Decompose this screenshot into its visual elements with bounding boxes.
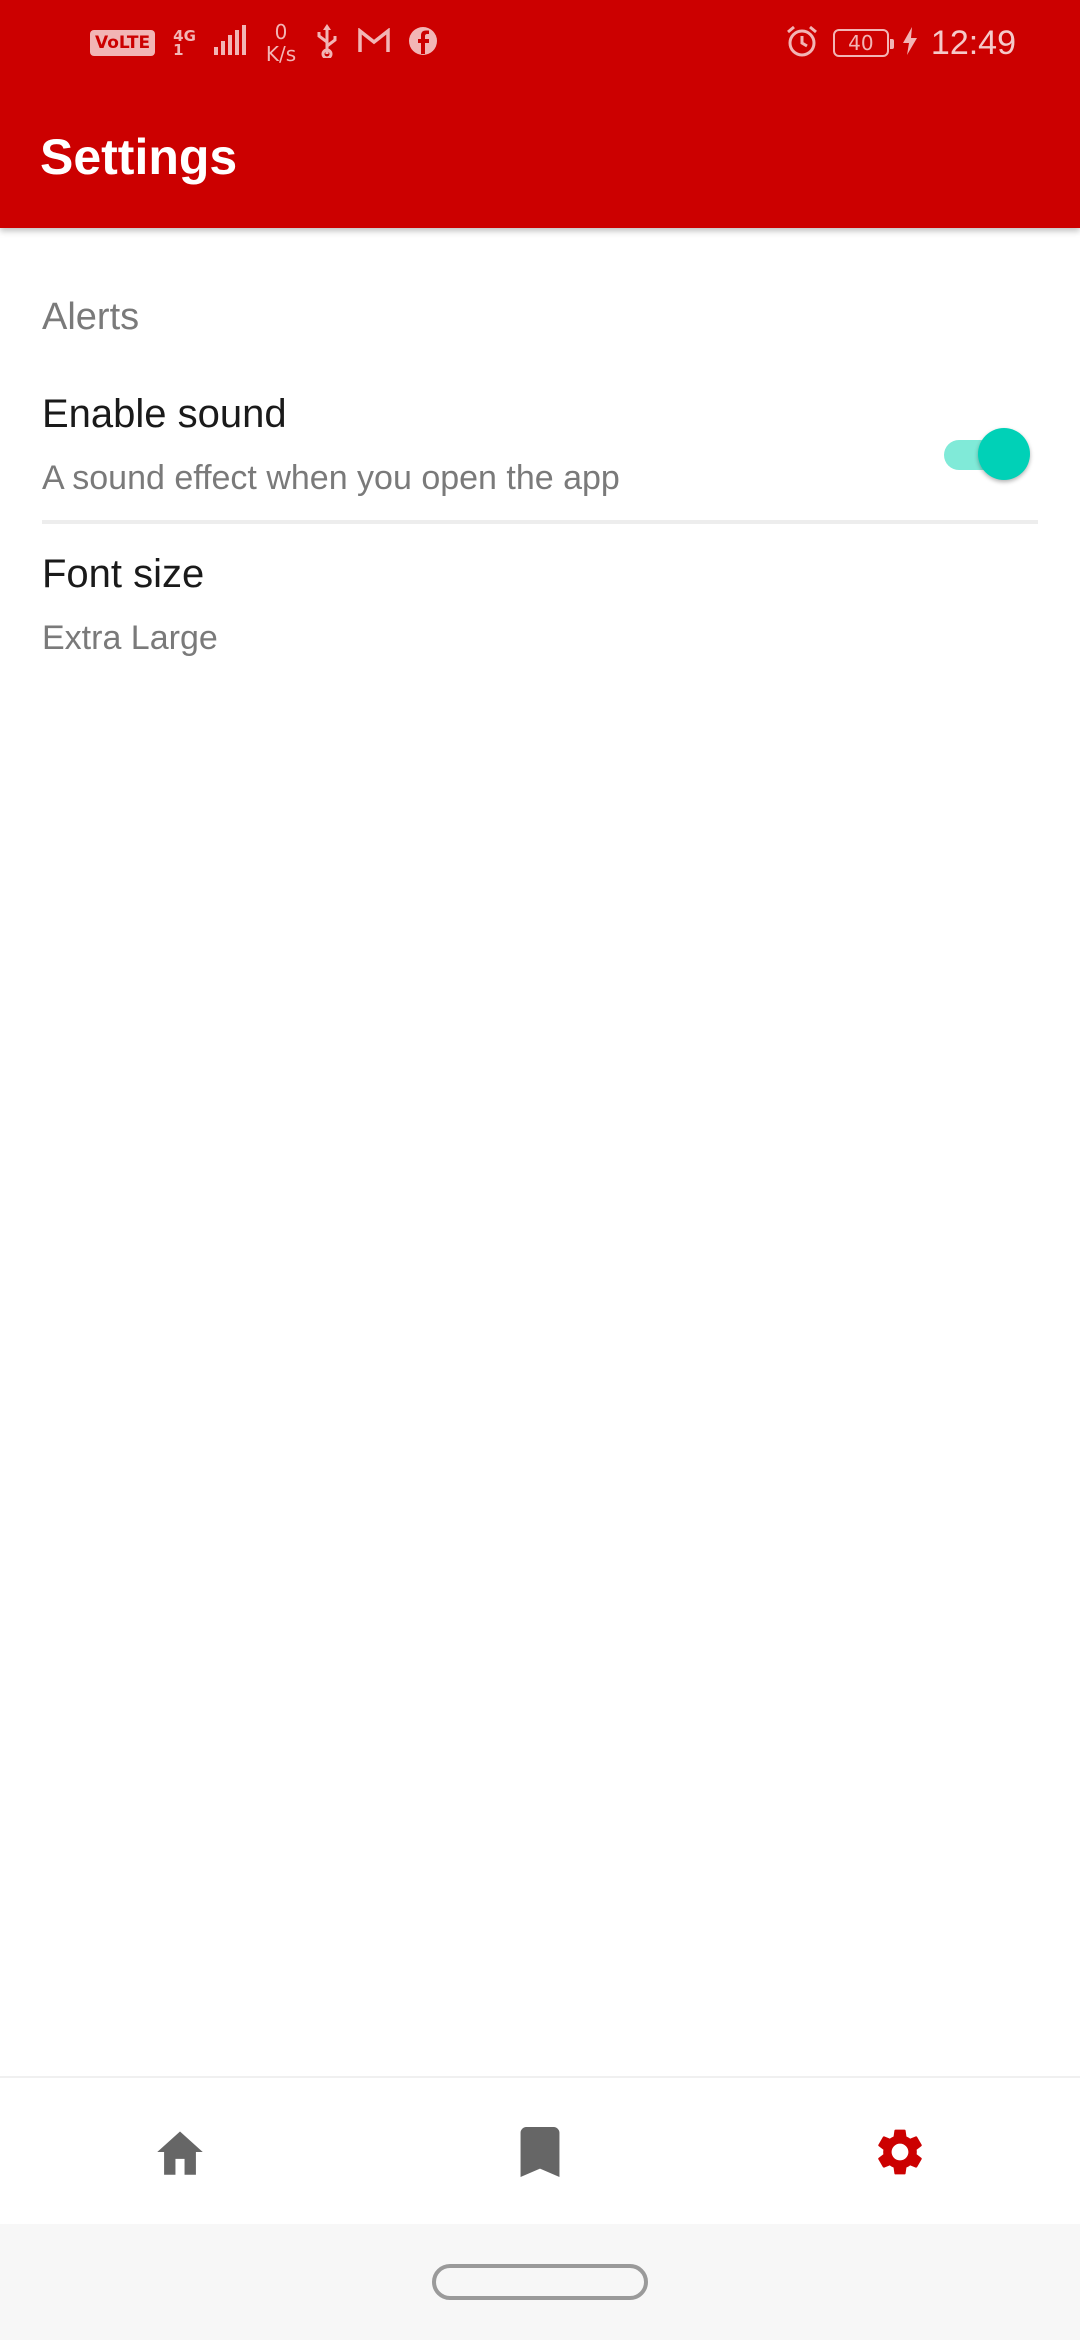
- nav-home-button[interactable]: [130, 2102, 230, 2202]
- status-bar-right: 40 12:49: [785, 18, 1016, 68]
- font-size-preference[interactable]: Font size Extra Large: [42, 552, 1038, 682]
- charging-icon: [902, 27, 917, 59]
- speed-unit: K/s: [265, 42, 297, 66]
- signal-icon: [213, 25, 248, 61]
- font-size-title: Font size: [42, 552, 205, 596]
- font-size-summary: Extra Large: [42, 619, 218, 657]
- network-speed: 0 K/s: [266, 21, 296, 65]
- nav-settings-button[interactable]: [850, 2102, 950, 2202]
- bottom-navigation: [0, 2076, 1080, 2224]
- toggle-thumb: [978, 428, 1030, 480]
- volte-icon: VoLTE: [90, 30, 156, 56]
- enable-sound-preference[interactable]: Enable sound A sound effect when you ope…: [42, 392, 1038, 522]
- network-type: 4G 1: [173, 29, 196, 59]
- status-time: 12:49: [930, 23, 1016, 62]
- enable-sound-title: Enable sound: [42, 392, 287, 436]
- section-header-alerts: Alerts: [42, 296, 140, 338]
- facebook-icon: [408, 26, 438, 60]
- gear-icon: [878, 2129, 922, 2175]
- speed-value: 0: [274, 20, 288, 44]
- divider: [42, 520, 1038, 524]
- top-app-bar: VoLTE 4G 1 0 K/s 40 12:49 Settings: [0, 0, 1080, 228]
- home-gesture-pill[interactable]: [432, 2264, 648, 2300]
- network-sub-label: 1: [173, 41, 184, 59]
- system-navigation-bar: [0, 2224, 1080, 2340]
- enable-sound-summary: A sound effect when you open the app: [42, 459, 620, 497]
- gmail-icon: [358, 27, 390, 58]
- battery-level: 40: [848, 31, 874, 55]
- status-bar-left: VoLTE 4G 1 0 K/s: [90, 18, 438, 68]
- usb-icon: [314, 24, 340, 62]
- bookmark-icon: [520, 2127, 560, 2177]
- settings-screen: VoLTE 4G 1 0 K/s 40 12:49 Settings Alert…: [0, 0, 1080, 2340]
- alarm-icon: [785, 24, 819, 62]
- home-icon: [157, 2131, 203, 2175]
- page-title: Settings: [40, 129, 238, 185]
- enable-sound-toggle[interactable]: [944, 428, 1030, 480]
- status-bar: VoLTE 4G 1 0 K/s 40 12:49: [0, 0, 1080, 84]
- battery-icon: 40: [832, 29, 894, 57]
- nav-bookmarks-button[interactable]: [490, 2102, 590, 2202]
